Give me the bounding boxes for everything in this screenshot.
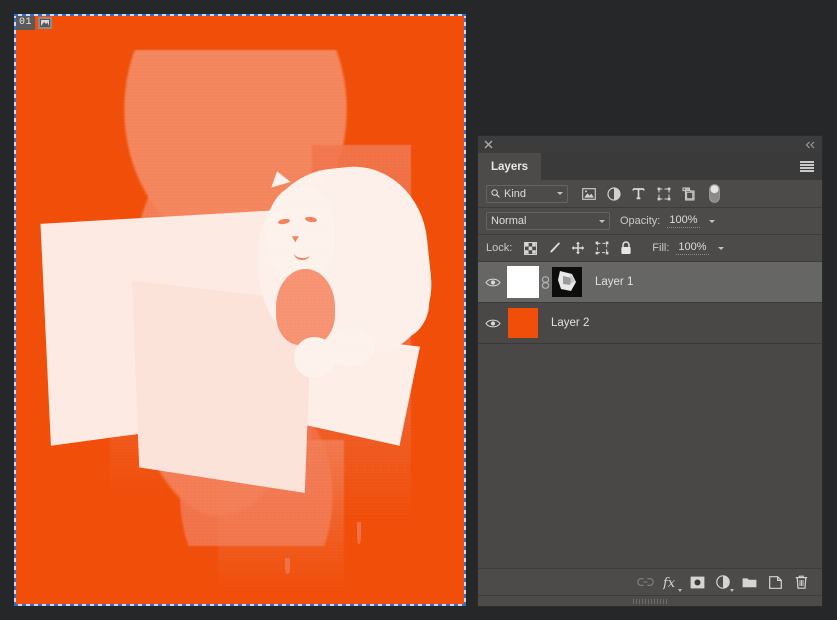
lock-label: Lock: <box>486 242 513 254</box>
layer-mask-thumbnail[interactable] <box>552 267 582 297</box>
filter-shape-layers-icon[interactable] <box>651 184 676 204</box>
filter-enable-toggle[interactable] <box>709 184 720 204</box>
layer-name[interactable]: Layer 2 <box>551 317 589 329</box>
lock-all-icon[interactable] <box>614 238 638 258</box>
layers-panel[interactable]: Layers Kind Normal Opacity: 100% Lock: F… <box>478 136 822 606</box>
filter-kind-label: Kind <box>504 187 527 200</box>
chevron-down-icon[interactable] <box>730 589 734 592</box>
new-group-button[interactable] <box>736 570 762 594</box>
chevron-down-icon[interactable] <box>708 219 715 223</box>
search-icon <box>491 189 500 198</box>
panel-resize-grip[interactable] <box>478 595 822 606</box>
link-layers-button[interactable] <box>632 570 658 594</box>
cat-head-shape <box>267 186 335 281</box>
hamburger-menu-icon[interactable] <box>800 161 814 172</box>
fill-value[interactable]: 100% <box>676 241 709 255</box>
fill-label: Fill: <box>652 242 670 254</box>
panel-titlebar[interactable] <box>478 136 822 153</box>
filter-adjustment-layers-icon[interactable] <box>601 184 626 204</box>
blend-mode-row[interactable]: Normal Opacity: 100% <box>478 208 822 235</box>
chevron-down-icon[interactable] <box>678 589 682 592</box>
table-row[interactable]: Layer 2 <box>478 303 822 344</box>
layer-thumbnail[interactable] <box>507 266 539 298</box>
lock-position-icon[interactable] <box>566 238 590 258</box>
opacity-field[interactable]: 100% <box>667 214 715 228</box>
artboard[interactable] <box>15 15 465 605</box>
layer-visibility-eye-icon[interactable] <box>478 318 508 329</box>
svg-text:fx: fx <box>663 576 676 590</box>
add-layer-mask-button[interactable] <box>684 570 710 594</box>
cat-paw-right-shape <box>325 327 375 367</box>
new-layer-button[interactable] <box>762 570 788 594</box>
fill-field[interactable]: 100% <box>676 241 724 255</box>
filter-type-icons[interactable] <box>576 184 701 204</box>
panel-tabbar[interactable]: Layers <box>478 153 822 180</box>
photoshop-workspace: 01 Layers Kind Normal Opacity: 100% Lock… <box>0 0 837 620</box>
lock-row[interactable]: Lock: Fill: 100% <box>478 235 822 262</box>
cat-chest-shadow-shape <box>276 268 335 346</box>
blend-mode-select[interactable]: Normal <box>486 212 610 230</box>
opacity-value[interactable]: 100% <box>667 214 700 228</box>
collapse-double-chevron-icon[interactable] <box>804 139 816 150</box>
close-icon[interactable] <box>483 139 494 150</box>
tab-layers-label: Layers <box>491 160 529 173</box>
document-badge: 01 <box>16 16 53 30</box>
filter-pixel-layers-icon[interactable] <box>576 184 601 204</box>
layer-visibility-eye-icon[interactable] <box>478 277 508 288</box>
filter-type-layers-icon[interactable] <box>626 184 651 204</box>
layer-style-fx-button[interactable]: fx <box>658 570 684 594</box>
document-canvas-window[interactable]: 01 <box>14 14 466 606</box>
layer-list[interactable]: Layer 1 Layer 2 <box>478 262 822 568</box>
image-thumbnail-icon <box>38 17 53 29</box>
lock-image-pixels-icon[interactable] <box>542 238 566 258</box>
paint-drip <box>285 557 290 574</box>
tab-layers[interactable]: Layers <box>478 153 542 180</box>
table-row[interactable]: Layer 1 <box>478 262 822 303</box>
chevron-down-icon[interactable] <box>599 219 605 223</box>
filter-smart-object-icon[interactable] <box>676 184 701 204</box>
document-index-label: 01 <box>16 16 36 30</box>
new-adjustment-layer-button[interactable] <box>710 570 736 594</box>
layer-filter-row[interactable]: Kind <box>478 180 822 208</box>
filter-kind-select[interactable]: Kind <box>486 184 568 203</box>
blend-mode-value: Normal <box>491 215 527 227</box>
lock-transparent-pixels-icon[interactable] <box>518 238 542 258</box>
layer-link-icon[interactable] <box>538 275 552 289</box>
layer-name[interactable]: Layer 1 <box>595 276 633 288</box>
opacity-label: Opacity: <box>620 215 661 227</box>
delete-layer-button[interactable] <box>788 570 814 594</box>
chevron-down-icon[interactable] <box>557 192 563 195</box>
layer-thumbnail[interactable] <box>508 308 538 338</box>
paint-drip <box>357 522 361 545</box>
lock-artboard-nesting-icon[interactable] <box>590 238 614 258</box>
layers-panel-toolbar[interactable]: fx <box>478 568 822 595</box>
chevron-down-icon[interactable] <box>717 246 724 250</box>
